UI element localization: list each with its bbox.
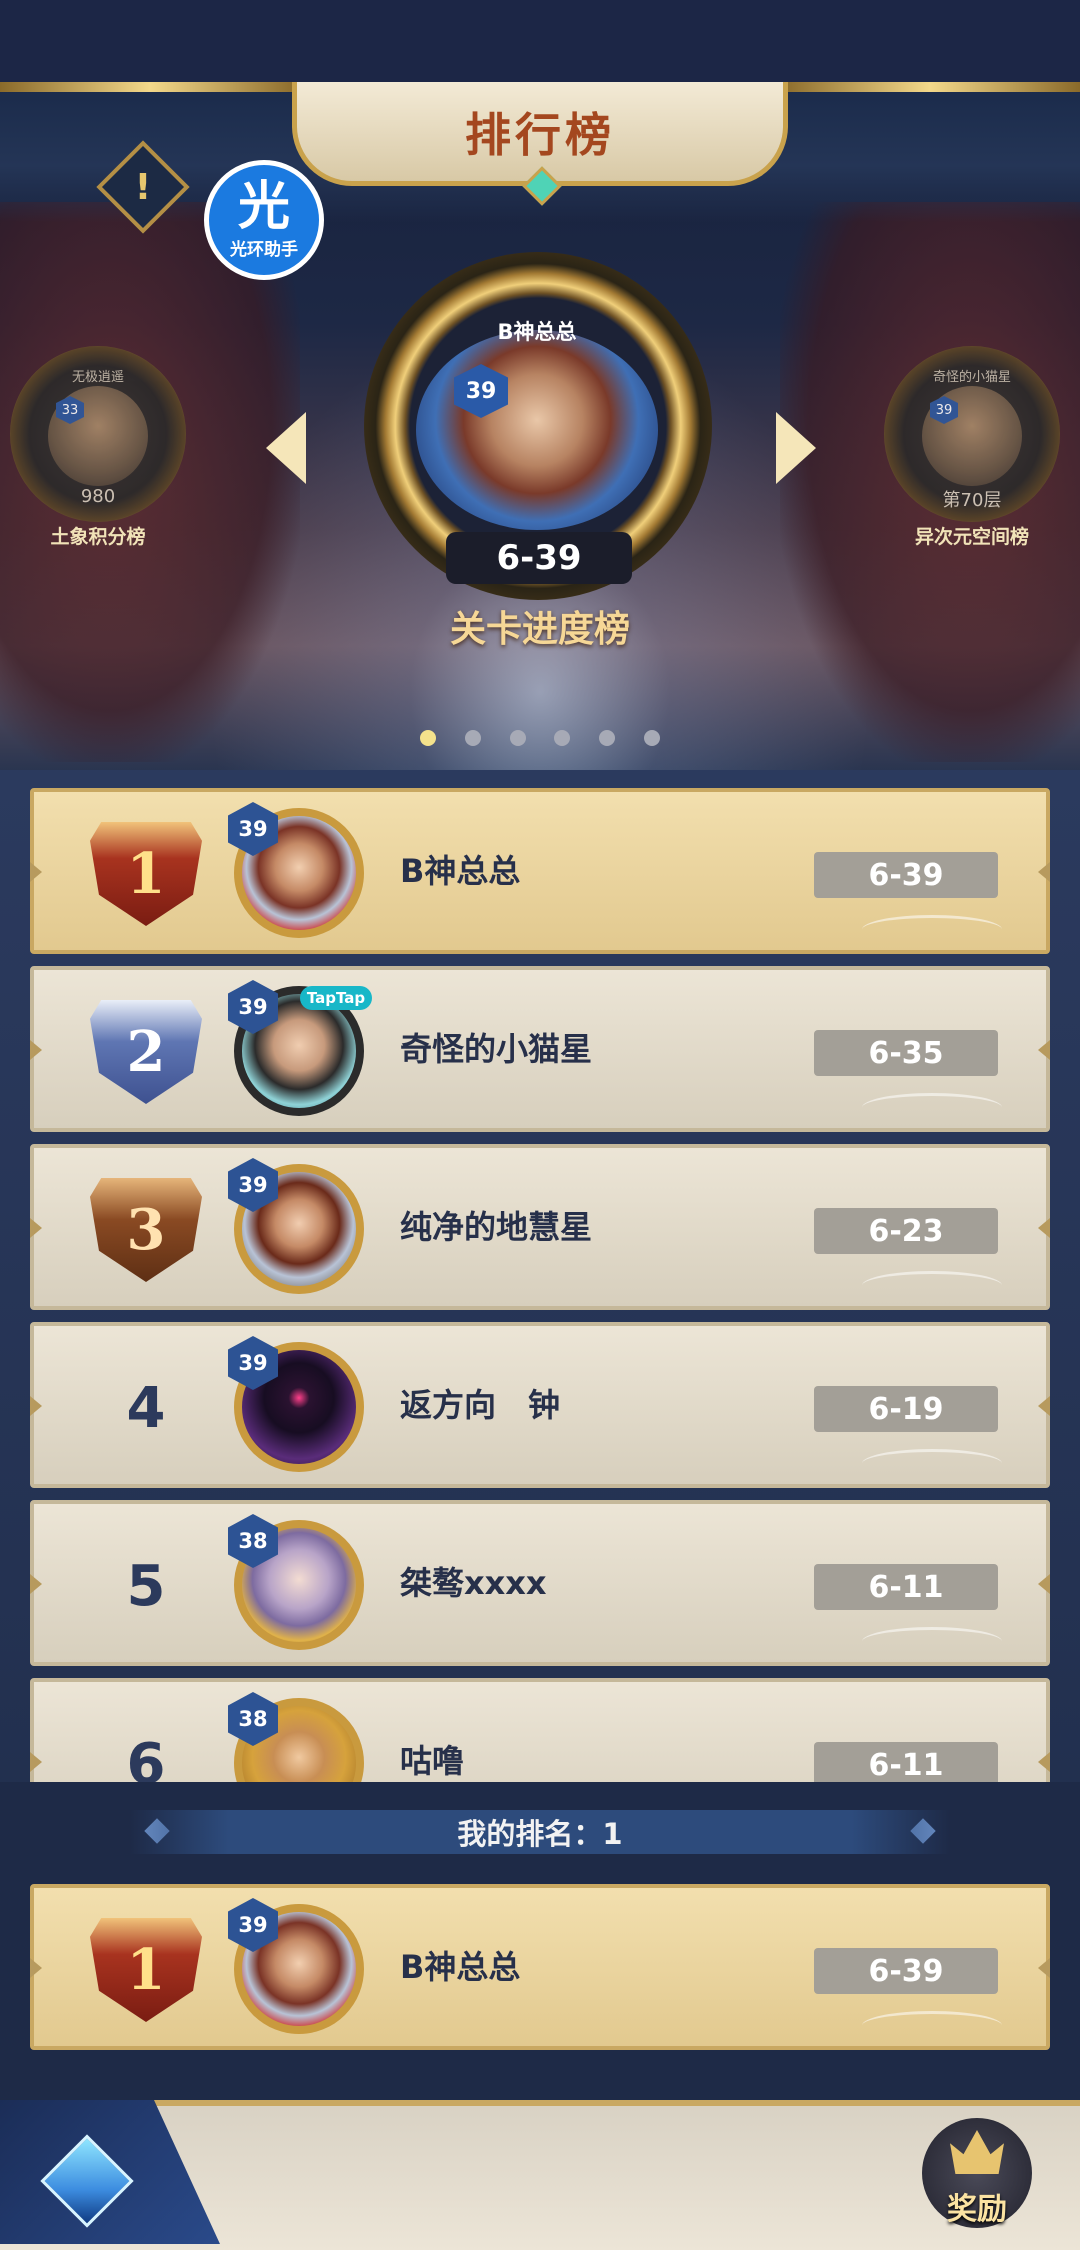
my-rank-label: 我的排名：1 [130,1810,950,1854]
row-notch [1038,1574,1050,1594]
row-notch [1038,1752,1050,1772]
assistant-label: 光环助手 [230,239,298,260]
carousel-center-player: B神总总 [497,320,577,344]
row-notch [1038,1958,1050,1978]
page-dot[interactable] [599,730,616,746]
carousel-left-value: 980 [80,486,116,507]
table-row[interactable]: 4 39 返方向 钟 6-19 [30,1322,1050,1488]
carousel-right-medal[interactable]: 奇怪的小猫星 39 第70层 [884,346,1060,522]
header-trim-right [780,82,1080,92]
page-dot[interactable] [554,730,571,746]
stage-progress: 6-19 [814,1386,998,1432]
player-name: 桀骜xxxx [400,1564,547,1602]
my-rank-section: 1 39 B神总总 6-39 [0,1882,1080,2100]
exclamation-icon: ! [134,166,152,208]
row-notch [1038,862,1050,882]
rank-number: 4 [126,1375,166,1441]
player-name: B神总总 [400,1948,521,1986]
row-ornament [862,1627,1002,1656]
table-row[interactable]: 5 38 桀骜xxxx 6-11 [30,1500,1050,1666]
rank-medal-gold: 1 [90,1918,202,2022]
table-row[interactable]: 2 TapTap 39 奇怪的小猫星 6-35 [30,966,1050,1132]
player-name: B神总总 [400,852,521,890]
stage-progress: 6-35 [814,1030,998,1076]
carousel-right-caption: 异次元空间榜 [914,526,1029,548]
page-dot[interactable] [464,730,481,746]
carousel-left-player: 无极逍遥 [71,370,124,385]
stage-progress: 6-11 [814,1564,998,1610]
player-name: 奇怪的小猫星 [400,1030,593,1068]
row-notch [1038,1396,1050,1416]
table-row[interactable]: 6 38 咕噜 6-11 [30,1678,1050,1782]
chevron-right-icon[interactable] [776,412,816,484]
board-title: 关卡进度榜 [449,609,630,650]
row-ornament [862,915,1002,944]
row-ornament [862,1449,1002,1478]
row-notch [30,1752,42,1772]
carousel-pagination [420,728,660,748]
rank-medal-bronze: 3 [90,1178,202,1282]
carousel-right-value: 第70层 [942,490,1002,511]
table-row[interactable]: 1 39 B神总总 6-39 [30,788,1050,954]
avatar [416,330,658,530]
stage-progress: 6-11 [814,1742,998,1782]
assistant-badge[interactable]: 光 光环助手 [204,160,324,280]
carousel-center-value: 6-39 [446,532,632,584]
ranking-list[interactable]: 1 39 B神总总 6-39 2 TapTap 39 奇怪的小猫星 6-35 3… [0,770,1080,1782]
table-row[interactable]: 3 39 纯净的地慧星 6-23 [30,1144,1050,1310]
row-notch [1038,1040,1050,1060]
reward-label[interactable]: 奖励 [920,2184,1034,2228]
row-ornament [862,1271,1002,1300]
status-bar [0,0,1080,82]
rank-medal-gold: 1 [90,822,202,926]
page-dot[interactable] [643,730,660,746]
page-title: 排行榜 [465,107,615,162]
carousel-left-medal[interactable]: 无极逍遥 33 980 [10,346,186,522]
carousel-left-caption: 土象积分榜 [50,526,146,548]
row-notch [30,1040,42,1060]
player-name: 咕噜 [400,1742,465,1780]
row-notch [30,1574,42,1594]
row-notch [30,1396,42,1416]
page-dot[interactable] [509,730,526,746]
my-rank-row[interactable]: 1 39 B神总总 6-39 [30,1884,1050,2050]
stage-progress: 6-23 [814,1208,998,1254]
page-dot-active[interactable] [420,730,436,746]
row-notch [30,862,42,882]
assistant-logo-icon: 光 [237,176,290,237]
chevron-left-icon[interactable] [266,412,306,484]
stage-progress: 6-39 [814,1948,998,1994]
rank-number: 6 [126,1731,166,1783]
taptap-tag: TapTap [300,986,372,1010]
row-notch [30,1218,42,1238]
player-name: 返方向 钟 [400,1386,561,1424]
stage-progress: 6-39 [814,852,998,898]
player-name: 纯净的地慧星 [400,1208,593,1246]
row-notch [1038,1218,1050,1238]
rank-medal-silver: 2 [90,1000,202,1104]
rank-number: 5 [126,1553,166,1619]
carousel-right-player: 奇怪的小猫星 [932,370,1011,385]
row-ornament [862,1093,1002,1122]
row-ornament [862,2011,1002,2040]
header-trim-left [0,82,300,92]
row-notch [30,1958,42,1978]
